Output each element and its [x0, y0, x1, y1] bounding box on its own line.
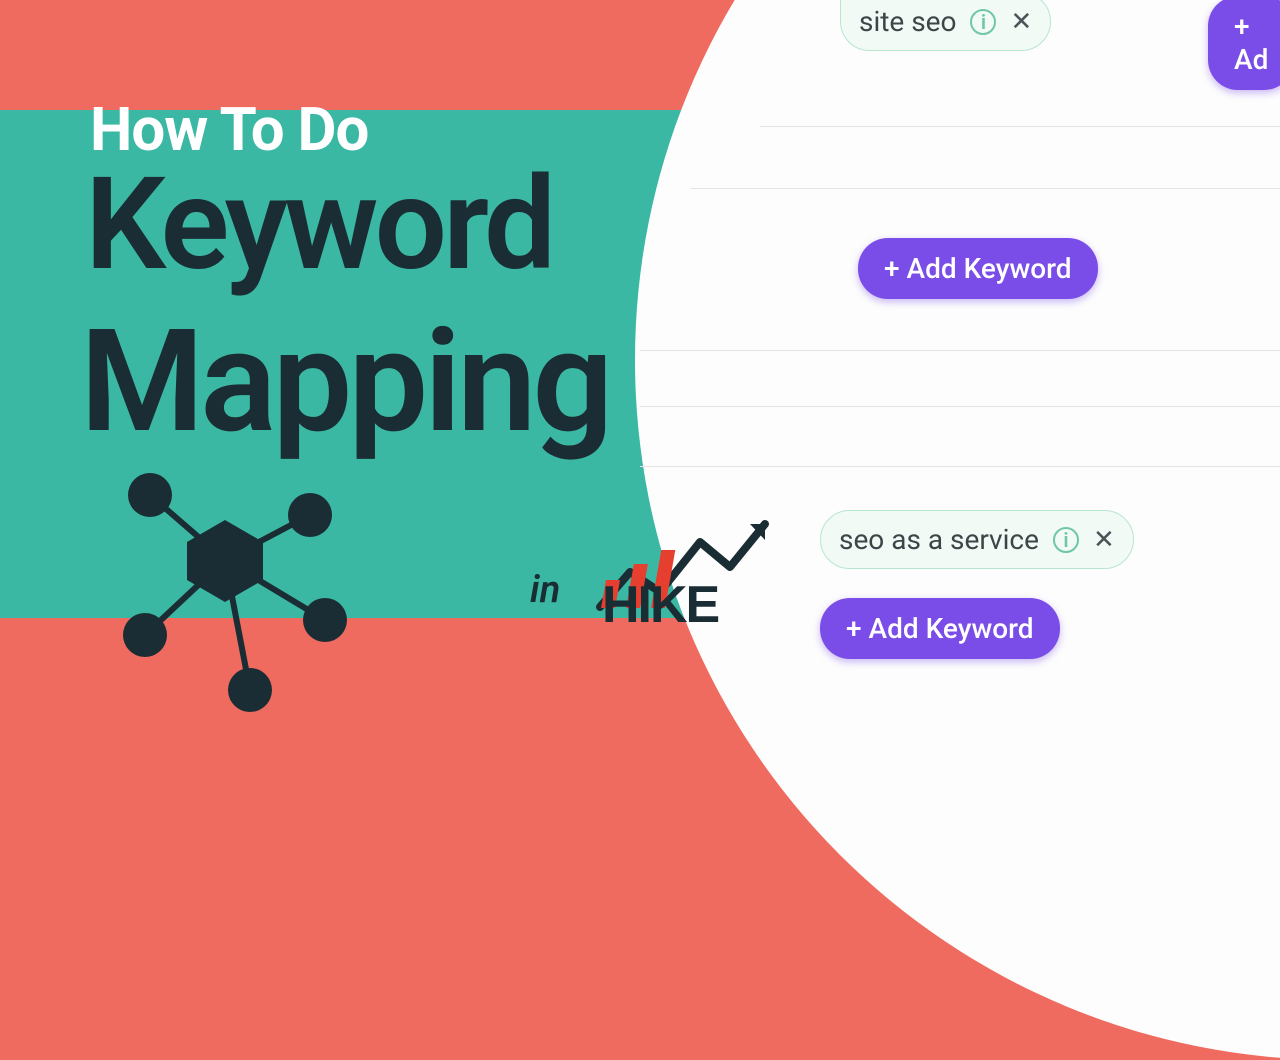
divider	[690, 188, 1280, 189]
keyword-chip[interactable]: site seo i ✕	[840, 0, 1051, 51]
divider	[640, 466, 1280, 467]
info-icon[interactable]: i	[970, 9, 996, 35]
add-label: + Ad	[1234, 10, 1268, 76]
divider	[760, 126, 1280, 127]
info-icon[interactable]: i	[1053, 527, 1079, 553]
add-keyword-button[interactable]: + Add Keyword	[858, 238, 1098, 299]
close-icon[interactable]: ✕	[1010, 7, 1032, 37]
close-icon[interactable]: ✕	[1093, 525, 1115, 555]
title-line-3: Mapping	[80, 298, 609, 465]
network-icon	[95, 460, 355, 720]
keyword-panel: site seo i ✕ + Ad + Add Keyword seo as a…	[640, 0, 1280, 720]
divider	[640, 406, 1280, 407]
add-label: + Add Keyword	[846, 612, 1034, 645]
add-keyword-button[interactable]: + Ad	[1208, 0, 1280, 90]
chip-label: site seo	[859, 5, 956, 38]
keyword-chip[interactable]: seo as a service i ✕	[820, 510, 1134, 569]
title-line-2: Keyword	[85, 150, 552, 300]
divider	[640, 350, 1280, 351]
title-in-word: in	[530, 568, 560, 612]
add-keyword-button[interactable]: + Add Keyword	[820, 598, 1060, 659]
add-label: + Add Keyword	[884, 252, 1072, 285]
chip-label: seo as a service	[839, 523, 1039, 556]
